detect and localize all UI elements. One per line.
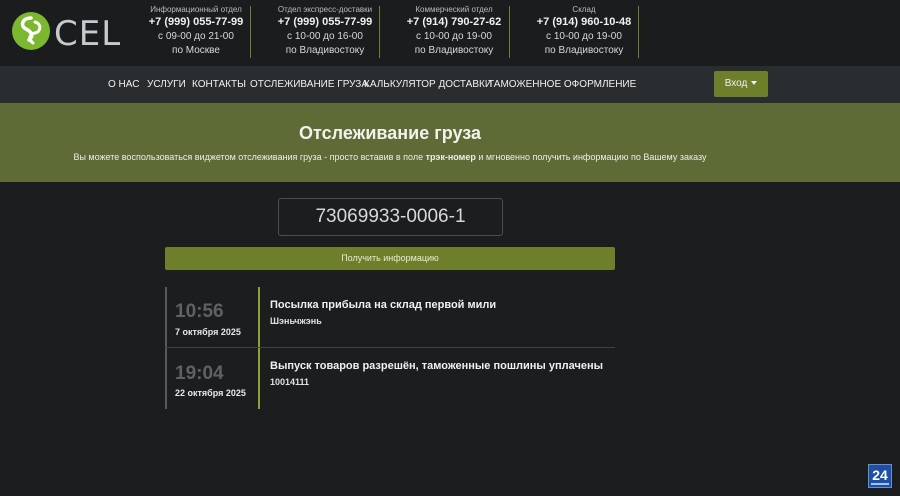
tracking-timeline: 10:56 7 октября 2025 Посылка прибыла на … (165, 287, 615, 409)
contact-express-department: Отдел экспресс-доставки +7 (999) 055-77-… (261, 5, 389, 59)
contact-divider (250, 6, 251, 58)
hero-text-part: Вы можете воспользоваться виджетом отсле… (73, 152, 426, 162)
event-time: 10:56 (175, 301, 224, 322)
login-dropdown-button[interactable]: Вход (714, 71, 768, 97)
contact-title: Коммерческий отдел (415, 5, 493, 14)
badge-24-icon[interactable]: 24 (868, 464, 892, 488)
nav-item-calculator[interactable]: КАЛЬКУЛЯТОР ДОСТАВКИ (364, 79, 492, 90)
contact-phone[interactable]: +7 (999) 055-77-99 (132, 15, 260, 30)
contact-phone[interactable]: +7 (914) 960-10-48 (520, 15, 648, 30)
nav-item-about[interactable]: О НАС (108, 79, 139, 90)
contact-warehouse: Склад +7 (914) 960-10-48 с 10-00 до 19-0… (520, 5, 648, 59)
company-logo[interactable]: CEL (12, 10, 132, 54)
nav-item-services[interactable]: УСЛУГИ (147, 79, 186, 90)
event-location: Шэньчжэнь (270, 316, 322, 326)
top-header: CEL Информационный отдел +7 (999) 055-77… (0, 0, 900, 66)
nav-item-customs[interactable]: ТАМОЖЕННОЕ ОФОРМЛЕНИЕ (488, 79, 636, 90)
event-date: 7 октября 2025 (175, 327, 241, 337)
timeline-separator (165, 347, 615, 348)
contact-info-department: Информационный отдел +7 (999) 055-77-99 … (132, 5, 260, 59)
contact-divider (379, 6, 380, 58)
timeline-left-line (165, 287, 167, 409)
nav-item-tracking[interactable]: ОТСЛЕЖИВАНИЕ ГРУЗА (250, 79, 368, 90)
badge-label: 24 (872, 467, 888, 483)
contact-city: по Владивостоку (414, 45, 494, 56)
login-label: Вход (724, 78, 748, 89)
logo-text: CEL (54, 14, 122, 54)
contact-hours: с 10-00 до 19-00 (546, 31, 622, 42)
contact-phone[interactable]: +7 (914) 790-27-62 (390, 15, 518, 30)
contact-title: Информационный отдел (150, 5, 242, 14)
event-date: 22 октября 2025 (175, 388, 246, 398)
track-number-input[interactable] (278, 198, 503, 236)
hero-banner: Отслеживание груза Вы можете воспользова… (0, 103, 900, 182)
contact-phone[interactable]: +7 (999) 055-77-99 (261, 15, 389, 30)
contact-divider (509, 6, 510, 58)
hero-text-highlight: трэк-номер (425, 152, 476, 162)
logo-swirl-icon (12, 12, 50, 50)
contact-city: по Москве (172, 45, 220, 56)
page-title: Отслеживание груза (299, 123, 481, 143)
caret-down-icon (751, 81, 758, 86)
timeline-accent-line (258, 287, 260, 409)
get-info-button[interactable]: Получить информацию (165, 247, 615, 270)
contact-commercial-department: Коммерческий отдел +7 (914) 790-27-62 с … (390, 5, 518, 59)
contact-title: Отдел экспресс-доставки (277, 5, 373, 14)
badge-bar (871, 483, 889, 485)
contact-hours: с 09-00 до 21-00 (158, 31, 234, 42)
event-title: Выпуск товаров разрешён, таможенные пошл… (270, 360, 603, 372)
contact-divider (638, 6, 639, 58)
contact-city: по Владивостоку (285, 45, 365, 56)
event-title: Посылка прибыла на склад первой мили (270, 299, 497, 311)
contact-title: Склад (572, 5, 596, 14)
main-navbar: О НАС УСЛУГИ КОНТАКТЫ ОТСЛЕЖИВАНИЕ ГРУЗА… (0, 66, 900, 103)
event-location: 10014111 (270, 377, 310, 387)
hero-description: Вы можете воспользоваться виджетом отсле… (0, 152, 780, 162)
contact-city: по Владивостоку (544, 45, 624, 56)
event-time: 19:04 (175, 363, 224, 384)
hero-text-part: и мгновенно получить информацию по Вашем… (475, 152, 707, 162)
contact-hours: с 10-00 до 19-00 (416, 31, 492, 42)
contact-hours: с 10-00 до 16-00 (287, 31, 363, 42)
nav-item-contacts[interactable]: КОНТАКТЫ (192, 79, 246, 90)
